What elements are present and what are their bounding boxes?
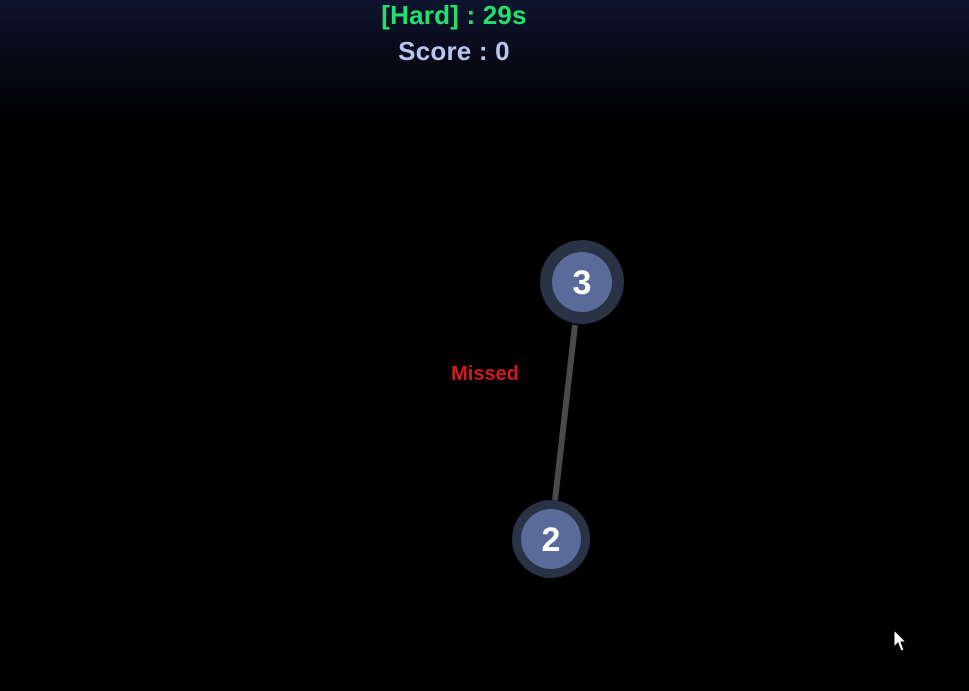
node-3[interactable]: 3 [540, 240, 624, 324]
connector-line [552, 324, 578, 501]
game-stage[interactable]: [Hard] : 29s Score : 0 3 2 Missed [0, 0, 969, 691]
node-2[interactable]: 2 [512, 500, 590, 578]
missed-feedback: Missed [451, 363, 519, 385]
node-3-label: 3 [573, 264, 592, 302]
node-2-label: 2 [542, 521, 561, 559]
mouse-pointer-icon [893, 629, 907, 652]
game-board: 3 2 [512, 240, 624, 578]
